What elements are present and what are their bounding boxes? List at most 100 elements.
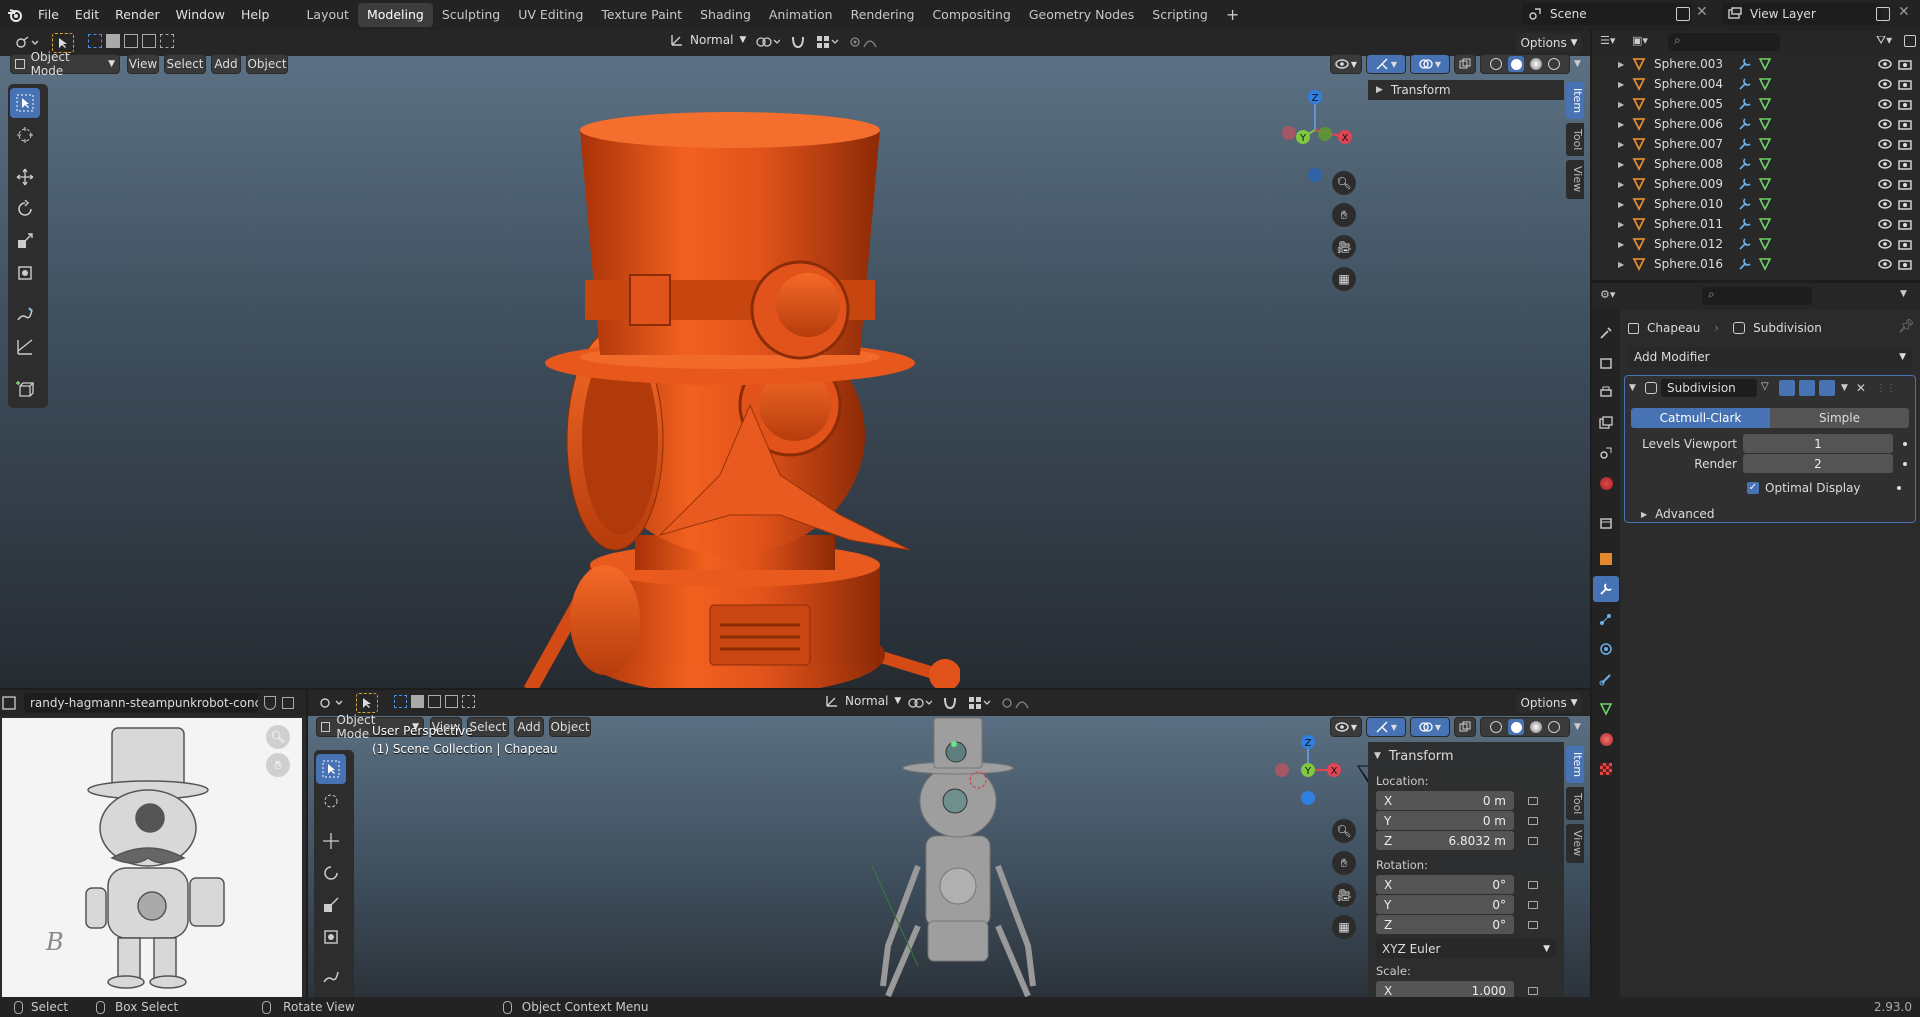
eye-icon[interactable]: [1878, 219, 1892, 229]
options-dropdown[interactable]: Options ▼: [1516, 693, 1582, 713]
lock-icon[interactable]: [1528, 816, 1538, 825]
sidebar-transform-collapsed[interactable]: ▶ Transform: [1368, 80, 1564, 100]
camera-render-icon[interactable]: [1898, 138, 1912, 150]
view-layer-selector[interactable]: View Layer: [1722, 3, 1882, 25]
outliner-row[interactable]: ▶ Sphere.006: [1592, 114, 1920, 134]
tab-scripting[interactable]: Scripting: [1143, 3, 1217, 27]
edit-mode-toggle-icon[interactable]: ▽: [1761, 381, 1775, 395]
camera-render-icon[interactable]: [1898, 238, 1912, 250]
scene-new-icon[interactable]: [1676, 7, 1690, 21]
camera-render-icon[interactable]: [1898, 58, 1912, 70]
close-icon[interactable]: ✕: [1856, 381, 1866, 395]
perspective-grid-icon[interactable]: ▦: [1332, 267, 1356, 291]
physics-tab-icon[interactable]: [1593, 636, 1619, 662]
material-shading-icon[interactable]: [1530, 58, 1542, 70]
camera-render-icon[interactable]: [1898, 258, 1912, 270]
options-dropdown[interactable]: Options ▼: [1516, 33, 1582, 53]
levels-viewport-field[interactable]: 1: [1743, 434, 1893, 453]
expand-arrow-icon[interactable]: ▶: [1618, 80, 1632, 89]
expand-arrow-icon[interactable]: ▶: [1618, 140, 1632, 149]
tab-sculpting[interactable]: Sculpting: [433, 3, 509, 27]
expand-arrow-icon[interactable]: ▶: [1618, 180, 1632, 189]
mode-intersect-icon[interactable]: [142, 34, 156, 48]
menu-select[interactable]: Select: [164, 54, 206, 74]
eye-icon[interactable]: [1878, 119, 1892, 129]
mesh-data-icon[interactable]: [1758, 137, 1772, 151]
lock-icon[interactable]: [1528, 880, 1538, 889]
chevron-down-icon[interactable]: ▼: [1900, 289, 1907, 299]
mode-set-icon[interactable]: [88, 34, 102, 48]
editor-type-icon[interactable]: [314, 693, 348, 713]
expand-arrow-icon[interactable]: ▶: [1618, 60, 1632, 69]
mesh-data-icon[interactable]: [1758, 237, 1772, 251]
material-tab-icon[interactable]: [1593, 726, 1619, 752]
scene-selector[interactable]: Scene: [1522, 3, 1692, 25]
shading-buttons[interactable]: [1480, 54, 1570, 74]
outliner-row[interactable]: ▶ Sphere.007: [1592, 134, 1920, 154]
rendered-shading-icon[interactable]: [1548, 58, 1560, 70]
transform-tool[interactable]: [316, 922, 346, 952]
modifier-wrench-icon[interactable]: [1738, 77, 1752, 91]
new-image-icon[interactable]: [282, 697, 294, 709]
outliner-row[interactable]: ▶ Sphere.016: [1592, 254, 1920, 274]
mode-set-icon[interactable]: [394, 695, 407, 708]
scale-tool[interactable]: [10, 226, 40, 256]
outliner-row[interactable]: ▶ Sphere.010: [1592, 194, 1920, 214]
shading-buttons[interactable]: [1480, 717, 1570, 737]
image-pan-icon[interactable]: ✋︎: [266, 753, 290, 777]
eye-icon[interactable]: [1878, 199, 1892, 209]
tab-layout[interactable]: Layout: [297, 3, 358, 27]
outliner-row[interactable]: ▶ Sphere.005: [1592, 94, 1920, 114]
world-tab-icon[interactable]: [1593, 470, 1619, 496]
eye-icon[interactable]: [1878, 259, 1892, 269]
drag-handle-icon[interactable]: ⋮⋮: [1876, 383, 1896, 394]
lock-icon[interactable]: [1528, 920, 1538, 929]
modifier-wrench-icon[interactable]: [1738, 157, 1752, 171]
view-layer-close-icon[interactable]: ✕: [1898, 4, 1910, 20]
move-tool[interactable]: [316, 826, 346, 856]
modifier-wrench-icon[interactable]: [1738, 257, 1752, 271]
snap-icon[interactable]: [942, 695, 958, 711]
outliner-row[interactable]: ▶ Sphere.003: [1592, 54, 1920, 74]
gizmo-toggle[interactable]: ▼: [1366, 54, 1406, 74]
snap-icon[interactable]: [790, 34, 806, 50]
outliner-row[interactable]: ▶ Sphere.009: [1592, 174, 1920, 194]
keyframe-dot-icon[interactable]: [1903, 461, 1907, 466]
optimal-display-checkbox[interactable]: ✓: [1747, 482, 1759, 494]
wireframe-shading-icon[interactable]: [1490, 721, 1502, 733]
menu-edit[interactable]: Edit: [67, 0, 107, 30]
advanced-subpanel[interactable]: ▶ Advanced: [1625, 505, 1915, 523]
mesh-data-icon[interactable]: [1758, 77, 1772, 91]
view-layer-new-icon[interactable]: [1876, 7, 1890, 21]
particles-tab-icon[interactable]: [1593, 606, 1619, 632]
tab-view[interactable]: View: [1566, 824, 1584, 863]
chevron-down-icon[interactable]: ▼: [1841, 383, 1848, 393]
camera-render-icon[interactable]: [1898, 118, 1912, 130]
tab-shading[interactable]: Shading: [691, 3, 760, 27]
annotate-tool[interactable]: [316, 962, 346, 992]
eye-icon[interactable]: [1878, 79, 1892, 89]
measure-tool[interactable]: [10, 332, 40, 362]
mode-subtract-icon[interactable]: [428, 695, 441, 708]
viewport-toggle-icon[interactable]: [1799, 380, 1815, 396]
outliner-row[interactable]: ▶ Sphere.004: [1592, 74, 1920, 94]
snap-grid-icon[interactable]: [816, 35, 840, 49]
selection-mode-icons[interactable]: [88, 34, 174, 48]
location-z-field[interactable]: Z 6.8032 m: [1376, 831, 1514, 850]
expand-arrow-icon[interactable]: ▶: [1618, 240, 1632, 249]
transform-tool[interactable]: [10, 258, 40, 288]
keyframe-dot-icon[interactable]: [1897, 486, 1901, 490]
object-tab-icon[interactable]: [1593, 546, 1619, 572]
rotation-y-field[interactable]: Y 0°: [1376, 895, 1514, 914]
rotation-mode-dropdown[interactable]: XYZ Euler ▼: [1376, 939, 1556, 958]
data-tab-icon[interactable]: [1593, 696, 1619, 722]
texture-tab-icon[interactable]: [1593, 756, 1619, 782]
mode-extend-icon[interactable]: [411, 695, 424, 708]
xray-toggle[interactable]: [1454, 54, 1476, 74]
mesh-data-icon[interactable]: [1758, 257, 1772, 271]
modifier-wrench-icon[interactable]: [1738, 217, 1752, 231]
lock-icon[interactable]: [1528, 986, 1538, 995]
lock-icon[interactable]: [1528, 796, 1538, 805]
camera-icon[interactable]: 🎥︎: [1332, 235, 1356, 259]
image-zoom-icon[interactable]: 🔍︎: [266, 725, 290, 749]
